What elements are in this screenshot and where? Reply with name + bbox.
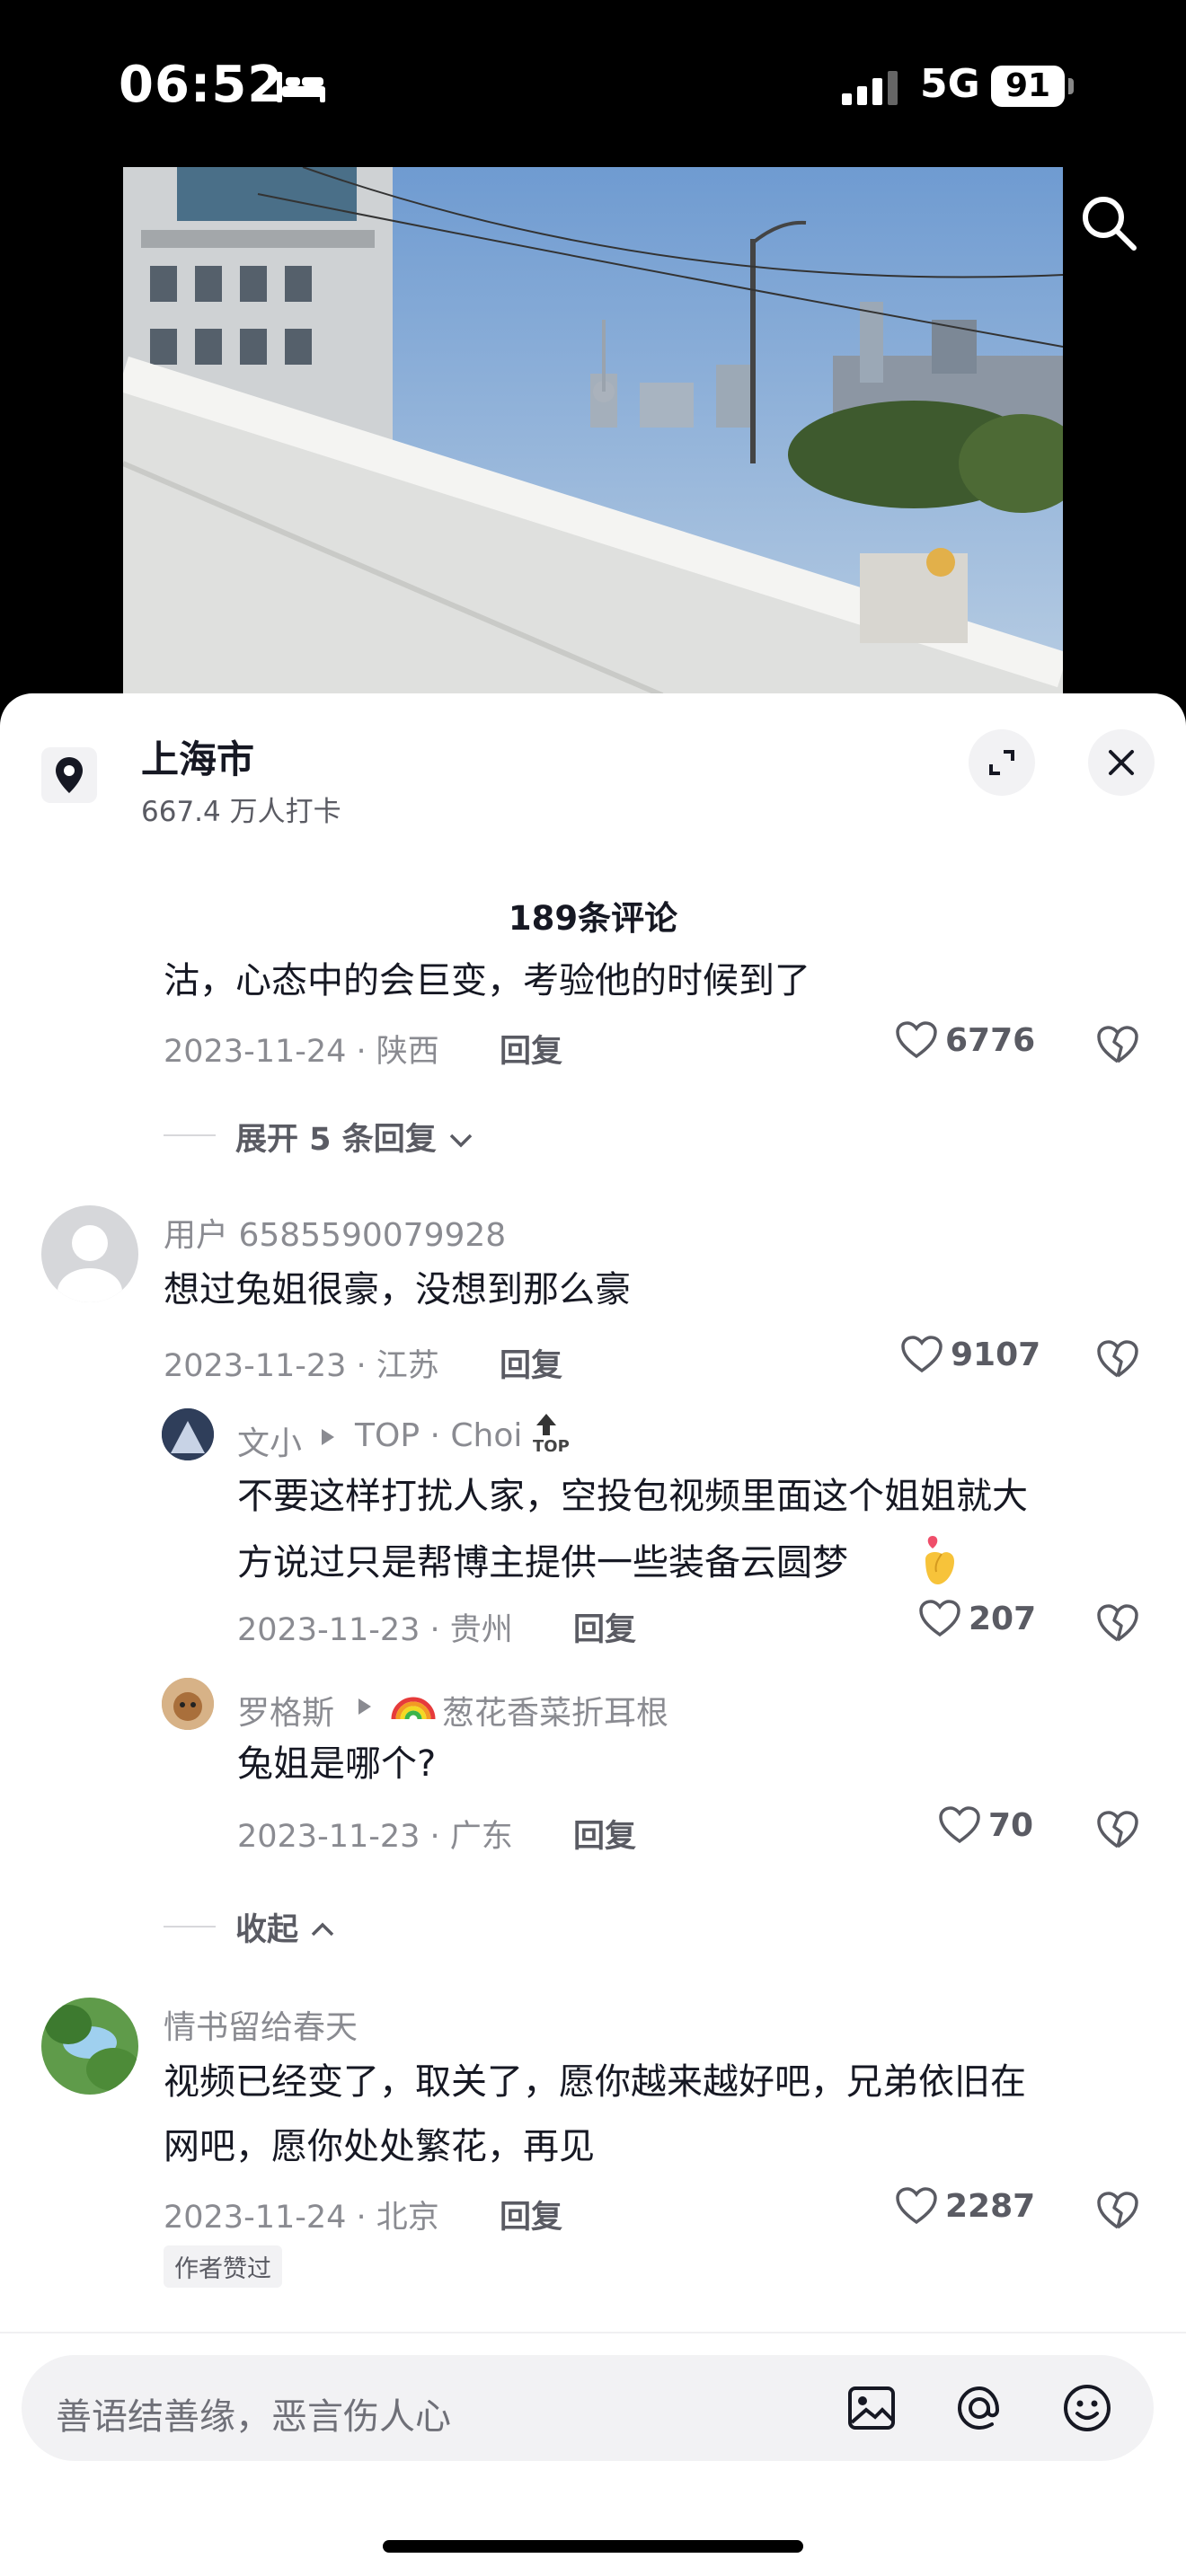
broken-heart-icon[interactable] [1096,1602,1139,1644]
comment-text: 视频已经变了，取关了，愿你越来越好吧，兄弟依旧在 [164,2061,1026,2103]
reply-username[interactable]: 文小 [237,1417,302,1464]
location-checkins: 667.4 万人打卡 [141,796,341,828]
comment-input-placeholder: 善语结善缘，恶言伤人心 [56,2396,451,2438]
reply-button[interactable]: 回复 [500,2192,562,2237]
reply-arrow-icon [358,1698,371,1715]
search-icon[interactable] [1076,190,1141,255]
comment-sheet: 上海市 667.4 万人打卡 189条评论 沽，心态中的会巨变，考验他的时候到了… [0,693,1186,2576]
like-button[interactable]: 6776 [895,1020,1035,1060]
comment-username[interactable]: 用户 6585590079928 [164,1209,506,1256]
like-button[interactable]: 70 [938,1805,1033,1845]
reply-to-username[interactable]: TOP · Choi [355,1417,522,1454]
top-badge: TOP [533,1437,570,1456]
comment-count: 189条评论 [508,899,678,938]
expand-divider [164,1134,216,1136]
expand-replies-label: 展开 5 条回复 [235,1122,437,1158]
chevron-down-icon [449,1134,473,1148]
like-button[interactable]: 207 [918,1599,1036,1638]
reply-button[interactable]: 回复 [500,1026,562,1072]
avatar[interactable] [41,1205,138,1302]
heart-icon [939,1806,980,1844]
comment-date-region: 2023-11-24 · 北京 [164,2200,439,2236]
broken-heart-icon[interactable] [1096,1024,1139,1065]
close-icon [1109,750,1134,775]
reply-arrow-icon [322,1429,334,1445]
avatar[interactable] [162,1678,214,1730]
reply-text: 兔姐是哪个? [237,1743,437,1785]
reply-button[interactable]: 回复 [573,1604,636,1650]
comment-input[interactable]: 善语结善缘，恶言伤人心 [22,2355,1154,2461]
comment-username[interactable]: 情书留给春天 [164,2001,358,2048]
reply-button[interactable]: 回复 [500,1340,562,1386]
status-bar: 06:52 5G 91 [0,0,1186,162]
collapse-replies-button[interactable]: 收起 [235,1904,336,1950]
comment-text: 网吧，愿你处处繁花，再见 [164,2126,595,2167]
like-count: 207 [969,1600,1037,1637]
expand-icon [989,750,1014,775]
chevron-up-icon [311,1922,334,1936]
comment-date-region: 2023-11-23 · 江苏 [164,1348,439,1384]
avatar[interactable] [162,1408,214,1460]
like-count: 6776 [945,1021,1036,1059]
comment-date-region: 2023-11-24 · 陕西 [164,1034,439,1070]
reply-date-region: 2023-11-23 · 贵州 [237,1612,513,1648]
battery-tip [1068,78,1074,94]
broken-heart-icon[interactable] [1096,2190,1139,2231]
signal-icon [842,71,898,105]
video-frame[interactable] [123,167,1063,695]
at-icon[interactable] [951,2379,1008,2437]
top-arrow-icon [536,1414,556,1435]
like-count: 70 [988,1806,1034,1844]
collapse-label: 收起 [235,1912,299,1948]
close-button[interactable] [1088,729,1155,796]
broken-heart-icon[interactable] [1096,1809,1139,1850]
expand-button[interactable] [969,729,1035,796]
heart-icon [896,2187,937,2225]
like-count: 2287 [945,2187,1036,2225]
expand-replies-button[interactable]: 展开 5 条回复 [235,1114,474,1160]
reply-date-region: 2023-11-23 · 广东 [237,1819,513,1855]
broken-heart-icon[interactable] [1096,1338,1139,1380]
heart-icon [919,1600,960,1637]
finger-heart-emoji-icon [925,1536,954,1584]
comment-text: 沽，心态中的会巨变，考验他的时候到了 [164,960,810,1001]
collapse-divider [164,1926,216,1928]
like-button[interactable]: 9107 [900,1335,1040,1374]
author-liked-badge: 作者赞过 [164,2245,282,2288]
home-indicator[interactable] [383,2540,803,2553]
heart-icon [901,1336,943,1373]
status-time: 06:52 [119,56,284,114]
location-title[interactable]: 上海市 [141,729,254,784]
location-pin-icon[interactable] [41,747,97,803]
reply-username[interactable]: 罗格斯 [237,1687,334,1734]
video-scene [123,167,1063,695]
reply-text: 不要这样打扰人家，空投包视频里面这个姐姐就大 [237,1476,1028,1517]
input-divider [0,2332,1186,2333]
image-icon[interactable] [843,2379,900,2437]
reply-to-username[interactable]: 葱花香菜折耳根 [442,1687,668,1734]
emoji-icon[interactable] [1058,2379,1116,2437]
rainbow-emoji-icon [391,1697,436,1720]
heart-icon [896,1021,937,1059]
like-count: 9107 [951,1336,1041,1373]
like-button[interactable]: 2287 [895,2186,1035,2226]
reply-text: 方说过只是帮博主提供一些装备云圆梦 [237,1542,848,1584]
comment-text: 想过兔姐很豪，没想到那么豪 [164,1269,631,1310]
reply-button[interactable]: 回复 [573,1811,636,1857]
avatar[interactable] [41,1998,138,2095]
network-label: 5G [920,61,980,107]
bed-icon [277,72,325,102]
battery-level: 91 [991,66,1065,107]
